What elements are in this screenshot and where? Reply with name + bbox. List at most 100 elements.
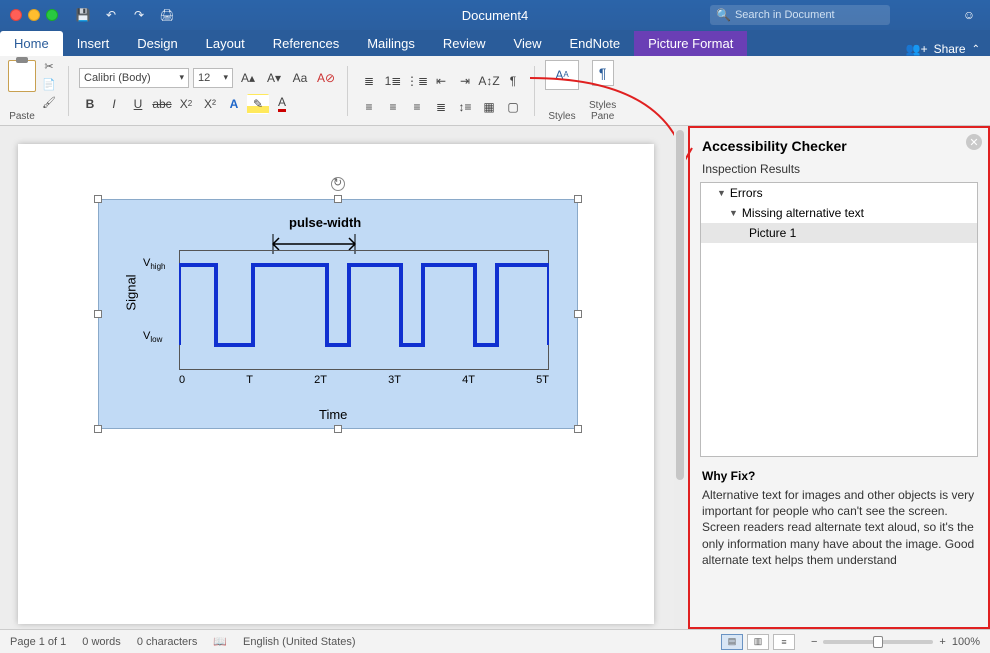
tab-layout[interactable]: Layout [192,31,259,56]
sort-icon[interactable]: A↕Z [478,71,500,91]
numbering-icon[interactable]: 1≣ [382,71,404,91]
decrease-font-icon[interactable]: A▾ [263,68,285,88]
resize-handle-bm[interactable] [334,425,342,433]
justify-icon[interactable]: ≣ [430,97,452,117]
errors-label: Errors [730,186,763,200]
underline-button[interactable]: U [127,94,149,114]
search-icon: 🔍 [716,8,731,22]
styles-label: Styles [548,111,575,122]
cut-icon[interactable]: ✂ [40,60,58,74]
increase-font-icon[interactable]: A▴ [237,68,259,88]
rotation-handle[interactable] [331,177,345,191]
format-painter-icon[interactable]: 🖌 [40,96,58,110]
tab-picture-format[interactable]: Picture Format [634,31,747,56]
borders-icon[interactable]: ▢ [502,97,524,117]
chart: pulse-width Signal Time Vhigh Vlow [119,210,557,418]
close-window-button[interactable] [10,9,22,21]
tab-view[interactable]: View [500,31,556,56]
align-center-icon[interactable]: ≡ [382,97,404,117]
tree-item-picture1[interactable]: Picture 1 [701,223,977,243]
bullets-icon[interactable]: ≣ [358,71,380,91]
outline-view-icon[interactable]: ≡ [773,634,795,650]
tab-design[interactable]: Design [123,31,191,56]
resize-handle-ml[interactable] [94,310,102,318]
tree-errors[interactable]: ▼Errors [701,183,977,203]
tree-missing-alt[interactable]: ▼Missing alternative text [701,203,977,223]
increase-indent-icon[interactable]: ⇥ [454,71,476,91]
decrease-indent-icon[interactable]: ⇤ [430,71,452,91]
resize-handle-tl[interactable] [94,195,102,203]
chart-vlow: Vlow [143,330,162,344]
zoom-value[interactable]: 100% [952,636,980,648]
resize-handle-bl[interactable] [94,425,102,433]
text-effects-icon[interactable]: A [223,94,245,114]
highlight-icon[interactable]: ✎ [247,94,269,114]
picture-selection[interactable]: pulse-width Signal Time Vhigh Vlow [98,199,578,429]
status-words[interactable]: 0 words [82,636,121,648]
minimize-window-button[interactable] [28,9,40,21]
document-title: Document4 [462,8,528,23]
separator [68,66,69,116]
font-size-combo[interactable]: 12▾ [193,68,233,88]
align-left-icon[interactable]: ≡ [358,97,380,117]
feedback-icon[interactable]: ☺ [958,4,980,26]
copy-icon[interactable]: 📄 [40,78,58,92]
print-layout-view-icon[interactable]: ▤ [721,634,743,650]
status-chars[interactable]: 0 characters [137,636,198,648]
resize-handle-mr[interactable] [574,310,582,318]
bold-button[interactable]: B [79,94,101,114]
tab-mailings[interactable]: Mailings [353,31,429,56]
clear-formatting-icon[interactable]: A⊘ [315,68,337,88]
panel-title: Accessibility Checker [690,128,988,160]
line-spacing-icon[interactable]: ↕≡ [454,97,476,117]
selected-picture[interactable]: pulse-width Signal Time Vhigh Vlow [98,199,578,429]
zoom-in-button[interactable]: + [939,636,945,648]
strikethrough-button[interactable]: abc [151,94,173,114]
zoom-slider[interactable] [823,640,933,644]
page[interactable]: pulse-width Signal Time Vhigh Vlow [18,144,654,624]
styles-pane-button[interactable]: ¶ Styles Pane [589,60,616,122]
spellcheck-icon[interactable]: 📖 [213,635,227,648]
share-button[interactable]: 👥+ Share ⌃ [906,42,980,56]
maximize-window-button[interactable] [46,9,58,21]
styles-gallery[interactable]: AA Styles [545,60,579,122]
resize-handle-tr[interactable] [574,195,582,203]
document-area[interactable]: pulse-width Signal Time Vhigh Vlow [0,126,688,629]
search-input[interactable] [735,9,884,21]
font-color-icon[interactable]: A [271,94,293,114]
styles-pane-icon: ¶ [592,60,614,86]
panel-subtitle: Inspection Results [690,160,988,182]
redo-icon[interactable]: ↷ [128,4,150,26]
close-panel-button[interactable]: ✕ [966,134,982,150]
shading-icon[interactable]: ▦ [478,97,500,117]
print-icon[interactable]: 🖨 [156,4,178,26]
results-tree[interactable]: ▼Errors ▼Missing alternative text Pictur… [700,182,978,457]
tab-references[interactable]: References [259,31,353,56]
status-page[interactable]: Page 1 of 1 [10,636,66,648]
tab-home[interactable]: Home [0,31,63,56]
change-case-icon[interactable]: Aa [289,68,311,88]
tab-insert[interactable]: Insert [63,31,124,56]
web-layout-view-icon[interactable]: ▥ [747,634,769,650]
save-icon[interactable]: 💾 [72,4,94,26]
tab-endnote[interactable]: EndNote [555,31,634,56]
multilevel-list-icon[interactable]: ⋮≣ [406,71,428,91]
italic-button[interactable]: I [103,94,125,114]
subscript-button[interactable]: X2 [175,94,197,114]
vertical-scrollbar[interactable] [674,126,686,629]
show-marks-icon[interactable]: ¶ [502,71,524,91]
superscript-button[interactable]: X² [199,94,221,114]
align-right-icon[interactable]: ≡ [406,97,428,117]
tab-review[interactable]: Review [429,31,500,56]
status-language[interactable]: English (United States) [243,636,356,648]
paste-button[interactable]: Paste [8,60,36,122]
resize-handle-br[interactable] [574,425,582,433]
scrollbar-thumb[interactable] [676,130,684,480]
zoom-out-button[interactable]: − [811,636,817,648]
undo-icon[interactable]: ↶ [100,4,122,26]
search-box[interactable]: 🔍 [710,5,890,25]
resize-handle-tm[interactable] [334,195,342,203]
collapse-ribbon-icon[interactable]: ⌃ [972,44,980,55]
font-name-combo[interactable]: Calibri (Body)▾ [79,68,189,88]
zoom-thumb[interactable] [873,636,883,648]
